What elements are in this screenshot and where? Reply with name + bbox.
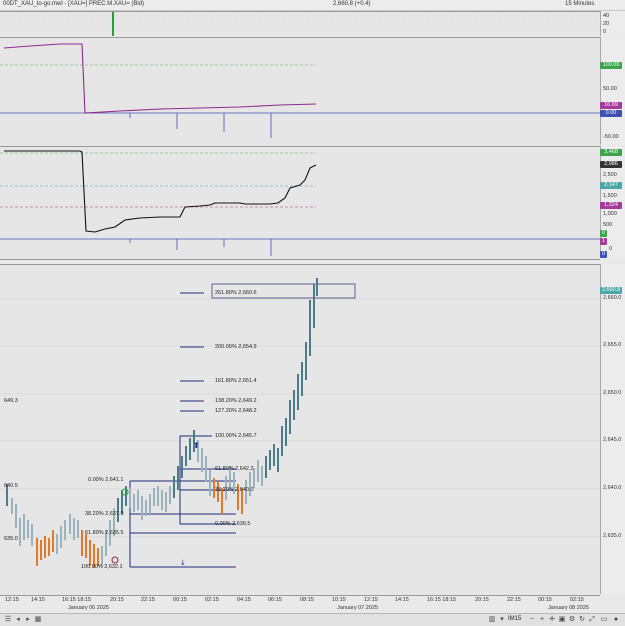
time-tick: 12:15 — [5, 597, 19, 603]
refresh-icon[interactable]: ↻ — [578, 616, 586, 624]
price-gridlines — [0, 298, 600, 538]
chart-window: 00DT_XAU_to-go.mwl - [XAU=] PREC.M.XAU= … — [0, 0, 625, 626]
price-tick: 2,640.0 — [603, 485, 622, 491]
indicator-badge-small: 1 — [600, 238, 607, 245]
fib-label: 61.80% 2,642.2 — [215, 466, 254, 472]
price-tick: 2,645.0 — [603, 437, 622, 443]
swing-low-marker — [111, 556, 119, 564]
indicator-tick: 0 — [609, 246, 613, 252]
indicator-tick: 1,500 — [603, 193, 617, 199]
up-arrow-icon: ⬆ — [193, 441, 200, 450]
time-tick: 22:15 — [507, 597, 521, 603]
time-tick: 04:15 — [237, 597, 251, 603]
last-price-badge: 2,660.8 — [600, 287, 622, 294]
time-tick: 02:15 — [205, 597, 219, 603]
time-tick: 06:15 — [268, 597, 282, 603]
zoom-out-icon[interactable]: − — [528, 616, 536, 624]
crosshair-icon[interactable]: ✛ — [548, 616, 556, 624]
palette-icon[interactable]: ● — [612, 616, 620, 624]
volume-tick: 20 — [603, 21, 610, 27]
time-tick: 02:15 — [570, 597, 584, 603]
left-price-label: 649.3 — [4, 398, 18, 404]
oscillator-badge-value: 16.69 — [600, 102, 622, 109]
time-tick: 12:15 — [364, 597, 378, 603]
volume-tick: 40 — [603, 13, 610, 19]
time-tick: 22:15 — [141, 597, 155, 603]
price-tick: 2,650.0 — [603, 390, 622, 396]
date-label: January 07 2025 — [337, 605, 378, 611]
timeframe-dropdown-icon[interactable]: ▾ — [498, 616, 506, 624]
volume-panel-plot — [0, 12, 600, 36]
scroll-right-icon[interactable]: ▸ — [24, 616, 32, 624]
fit-icon[interactable]: ▭ — [600, 616, 608, 624]
time-tick: 20:15 — [110, 597, 124, 603]
menu-icon[interactable]: ☰ — [4, 616, 12, 624]
chart-type-icon[interactable]: ▥ — [488, 616, 496, 624]
indicator-badge-lower: 1,324 — [600, 202, 622, 209]
indicator-badge-small: 0 — [600, 230, 607, 237]
timeframe-label[interactable]: IM15 — [508, 616, 521, 622]
time-tick: 00:15 — [538, 597, 552, 603]
time-tick: 20:15 — [475, 597, 489, 603]
fib-label: 0.00% 2,641.1 — [88, 477, 124, 483]
oscillator-panel-plot — [0, 43, 600, 138]
fib-label: 261.80% 2,660.6 — [215, 290, 257, 296]
fib-label: 200.00% 2,654.9 — [215, 344, 257, 350]
zoom-in-icon[interactable]: + — [538, 616, 546, 624]
oscillator-line — [3, 43, 317, 114]
oscillator-badge-zero: 0.00 — [600, 110, 622, 117]
fib-label: 127.20% 2,648.2 — [215, 408, 257, 414]
settings-icon[interactable]: ⚙ — [568, 616, 576, 624]
left-price-label: 635.0 — [4, 536, 18, 542]
indicator-panel-plot — [0, 150, 600, 256]
time-tick: 16:15 18:15 — [62, 597, 92, 603]
lock-icon[interactable]: ▣ — [558, 616, 566, 624]
price-tick: 2,660.0 — [603, 295, 622, 301]
fib-label: 138.20% 2,649.2 — [215, 398, 257, 404]
time-tick: 14:15 — [395, 597, 409, 603]
time-tick: 00:15 — [173, 597, 187, 603]
down-arrow-icon: ↓ — [180, 559, 186, 567]
price-tick: 2,655.0 — [603, 342, 622, 348]
fib-label: 161.80% 2,651.4 — [215, 378, 257, 384]
indicator-badge-upper: 3,468 — [600, 149, 622, 156]
indicator-tick: 500 — [603, 222, 613, 228]
time-tick: 08:15 — [300, 597, 314, 603]
fib-label: 38.20% 2,637.9 — [85, 511, 124, 517]
indicator-tick: 1,000 — [603, 211, 617, 217]
volume-tick: 0 — [603, 29, 607, 35]
indicator-badge-mid: 2,147 — [600, 182, 622, 189]
scroll-left-icon[interactable]: ◂ — [14, 616, 22, 624]
indicator-badge-value: 2,986 — [600, 161, 622, 168]
time-tick: 10:15 — [332, 597, 346, 603]
time-tick: 14:15 — [31, 597, 45, 603]
expand-icon[interactable]: ⤢ — [588, 616, 596, 624]
indicator-tick: 2,500 — [603, 172, 617, 178]
calendar-icon[interactable]: ▦ — [34, 616, 42, 624]
oscillator-tick: 50.00 — [603, 86, 617, 92]
time-tick: 16:15 18:15 — [427, 597, 457, 603]
left-price-label: 640.5 — [4, 483, 18, 489]
oscillator-badge-upper: 100.00 — [600, 62, 622, 69]
date-label: January 08 2025 — [548, 605, 589, 611]
volume-bar — [112, 12, 114, 36]
candles — [6, 278, 318, 568]
indicator-badge-small: 0 — [600, 251, 607, 258]
oscillator-tick: -50.00 — [603, 134, 619, 140]
fib-label: 0.00% 2,636.5 — [215, 521, 251, 527]
indicator-line — [4, 150, 317, 233]
fib-label: 100.00% 2,645.7 — [215, 433, 257, 439]
fib-label: 38.20% 2,640.0 — [215, 487, 254, 493]
fib-label: 61.80% 2,635.5 — [85, 530, 124, 536]
fib-label: 100.00% 2,632.1 — [81, 564, 123, 570]
price-tick: 2,635.0 — [603, 533, 622, 539]
date-label: January 06 2025 — [68, 605, 109, 611]
bottom-toolbar: ☰ ◂ ▸ ▦ ▥ ▾ IM15 − + ✛ ▣ ⚙ ↻ ⤢ ▭ ● — [0, 613, 625, 626]
